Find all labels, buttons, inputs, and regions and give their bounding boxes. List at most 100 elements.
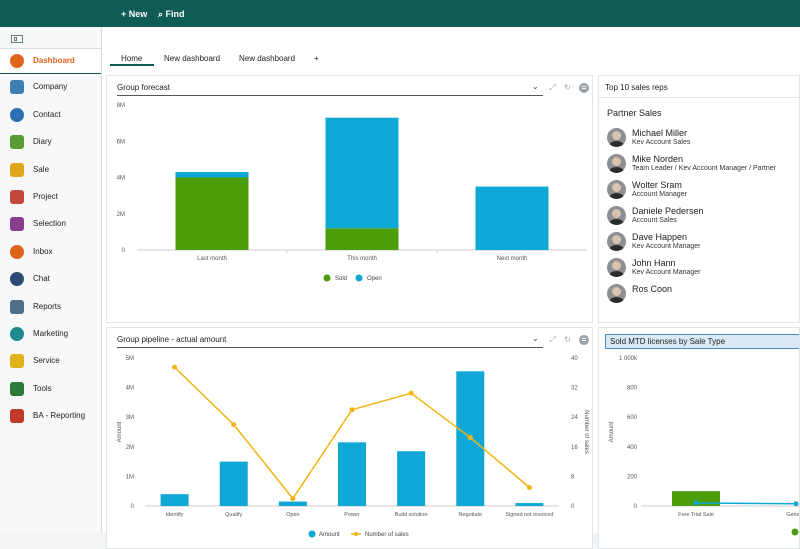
- y-tick-label: 1 000k: [619, 356, 638, 362]
- sidebar-item-label: Chat: [33, 274, 50, 284]
- panel-menu-icon[interactable]: [579, 335, 589, 345]
- y-left-tick-label: 0: [131, 504, 135, 510]
- y-right-tick-label: 40: [571, 356, 578, 362]
- tab-home[interactable]: Home: [121, 54, 142, 63]
- refresh-icon[interactable]: ↻: [563, 335, 572, 344]
- sidebar-item-tools[interactable]: Tools: [0, 377, 101, 403]
- sidebar-item-service[interactable]: Service: [0, 349, 101, 375]
- y-left-axis-label: Amount: [117, 421, 123, 442]
- licenses-chart: 0 200 400 600 800 1 000k Amount Free Trial Sale…: [609, 356, 800, 536]
- sidebar-item-label: Contact: [33, 109, 61, 119]
- company-icon: [10, 80, 24, 95]
- bar-open-0: [175, 172, 249, 178]
- partner-sales-label[interactable]: Partner Sales: [607, 108, 662, 118]
- legend-label: Sold: [335, 276, 347, 282]
- sidebar-item-label: Tools: [33, 383, 52, 393]
- x-tick-label: Identify: [166, 512, 184, 518]
- bar-amount-1: [219, 461, 248, 506]
- top-sales-reps-panel: Top 10 sales reps Partner Sales Michael …: [598, 75, 800, 323]
- line-point-1: [231, 422, 237, 428]
- y-right-tick-label: 0: [571, 504, 575, 510]
- sales-rep-item[interactable]: Daniele Pedersen Account Sales: [599, 204, 799, 230]
- avatar: [607, 206, 626, 225]
- line-point-3: [349, 407, 355, 413]
- title-underline: [117, 347, 543, 348]
- sidebar-item-selection[interactable]: Selection: [0, 212, 101, 238]
- group-forecast-chart: 0 2M 4M 6M 8M Last month This month Next month S…: [117, 103, 587, 282]
- chevron-down-icon[interactable]: ⌄: [532, 334, 539, 343]
- sidebar-item-project[interactable]: Project: [0, 185, 101, 211]
- sidebar-item-ba-reporting[interactable]: BA - Reporting: [0, 404, 101, 430]
- contact-icon: [10, 107, 24, 122]
- sidebar-item-sale[interactable]: Sale: [0, 158, 101, 184]
- y-right-tick-label: 8: [571, 474, 575, 480]
- y-tick-label: 4M: [117, 176, 125, 182]
- line-point-0: [172, 364, 178, 370]
- new-button[interactable]: + New: [121, 0, 147, 27]
- sidebar-item-label: Marketing: [33, 329, 69, 338]
- avatar: [607, 154, 626, 173]
- chevron-down-icon[interactable]: ⌄: [532, 82, 539, 91]
- sales-rep-role: Kev Account Manager: [632, 269, 701, 276]
- x-tick-label: Signed not invoiced: [505, 512, 553, 518]
- sales-rep-item[interactable]: Dave Happen Kev Account Manager: [599, 230, 799, 256]
- y-tick-label: 8M: [117, 103, 125, 109]
- x-tick-label: Next month: [497, 256, 528, 262]
- find-button[interactable]: ⌕ Find: [158, 0, 185, 27]
- legend-label: Open: [367, 276, 382, 282]
- sales-rep-name: Dave Happen: [632, 232, 688, 242]
- sales-rep-name: Wolter Sram: [632, 180, 682, 190]
- sidebar-item-label: Service: [33, 356, 60, 366]
- legend-marker: [308, 530, 316, 538]
- y-axis-label: Amount: [609, 421, 615, 442]
- sidebar-item-marketing[interactable]: Marketing: [0, 322, 101, 348]
- sidebar-item-chat[interactable]: Chat: [0, 267, 101, 293]
- licenses-title-input[interactable]: Sold MTD licenses by Sale Type: [605, 334, 799, 349]
- panel-menu-icon[interactable]: [579, 83, 589, 93]
- sidebar-item-label: Reports: [33, 301, 62, 311]
- sidebar-item-contact[interactable]: Contact: [0, 103, 101, 129]
- y-left-tick-label: 4M: [126, 386, 134, 392]
- sidebar-item-company[interactable]: Company: [0, 75, 101, 101]
- x-tick-label: General: [786, 512, 800, 518]
- add-tab-button[interactable]: +: [314, 54, 319, 63]
- sidebar-toggle-icon[interactable]: [11, 35, 23, 43]
- sidebar-item-label: Project: [33, 192, 58, 201]
- line-point-0: [693, 500, 699, 506]
- sidebar-item-label: Selection: [33, 219, 66, 229]
- expand-icon[interactable]: ⤢: [548, 83, 557, 92]
- group-forecast-title: Group forecast: [117, 83, 170, 92]
- legend-marker: [791, 528, 799, 536]
- sales-rep-role: Kev Account Manager: [632, 243, 701, 250]
- sidebar-item-label: Dashboard: [33, 56, 75, 65]
- sales-rep-role: Team Leader / Kev Account Manager / Part…: [632, 165, 776, 172]
- refresh-icon[interactable]: ↻: [563, 83, 572, 92]
- bar-amount-0: [160, 494, 189, 506]
- y-tick-label: 400: [627, 445, 638, 451]
- sales-rep-item[interactable]: Ros Coon: [599, 282, 799, 308]
- sales-rep-name: Daniele Pedersen: [632, 206, 704, 216]
- avatar: [607, 284, 626, 303]
- sales-rep-item[interactable]: Wolter Sram Account Manager: [599, 178, 799, 204]
- x-tick-label: Free Trial Sale: [678, 512, 714, 518]
- bar-sold-0: [175, 177, 249, 250]
- licenses-panel: Sold MTD licenses by Sale Type 0 200 400 60…: [598, 327, 800, 549]
- expand-icon[interactable]: ⤢: [548, 335, 557, 344]
- sales-rep-item[interactable]: Michael Miller Kev Account Sales: [599, 126, 799, 152]
- diary-icon: [10, 135, 24, 150]
- sidebar-item-dashboard[interactable]: Dashboard: [0, 48, 101, 74]
- sidebar-item-reports[interactable]: Reports: [0, 295, 101, 321]
- tab-new-dashboard-2[interactable]: New dashboard: [239, 54, 295, 63]
- service-icon: [10, 354, 24, 369]
- reports-icon: [10, 299, 24, 314]
- sales-rep-item[interactable]: John Hann Kev Account Manager: [599, 256, 799, 282]
- line-point-2: [290, 496, 296, 502]
- sales-rep-name: Mike Norden: [632, 154, 684, 164]
- sales-rep-item[interactable]: Mike Norden Team Leader / Kev Account Man…: [599, 152, 799, 178]
- bar-open-1: [325, 117, 399, 229]
- sidebar-item-inbox[interactable]: Inbox: [0, 240, 101, 266]
- tab-new-dashboard-1[interactable]: New dashboard: [164, 54, 220, 63]
- sale-icon: [10, 162, 24, 177]
- sidebar-item-diary[interactable]: Diary: [0, 130, 101, 156]
- bar-amount-4: [397, 451, 426, 506]
